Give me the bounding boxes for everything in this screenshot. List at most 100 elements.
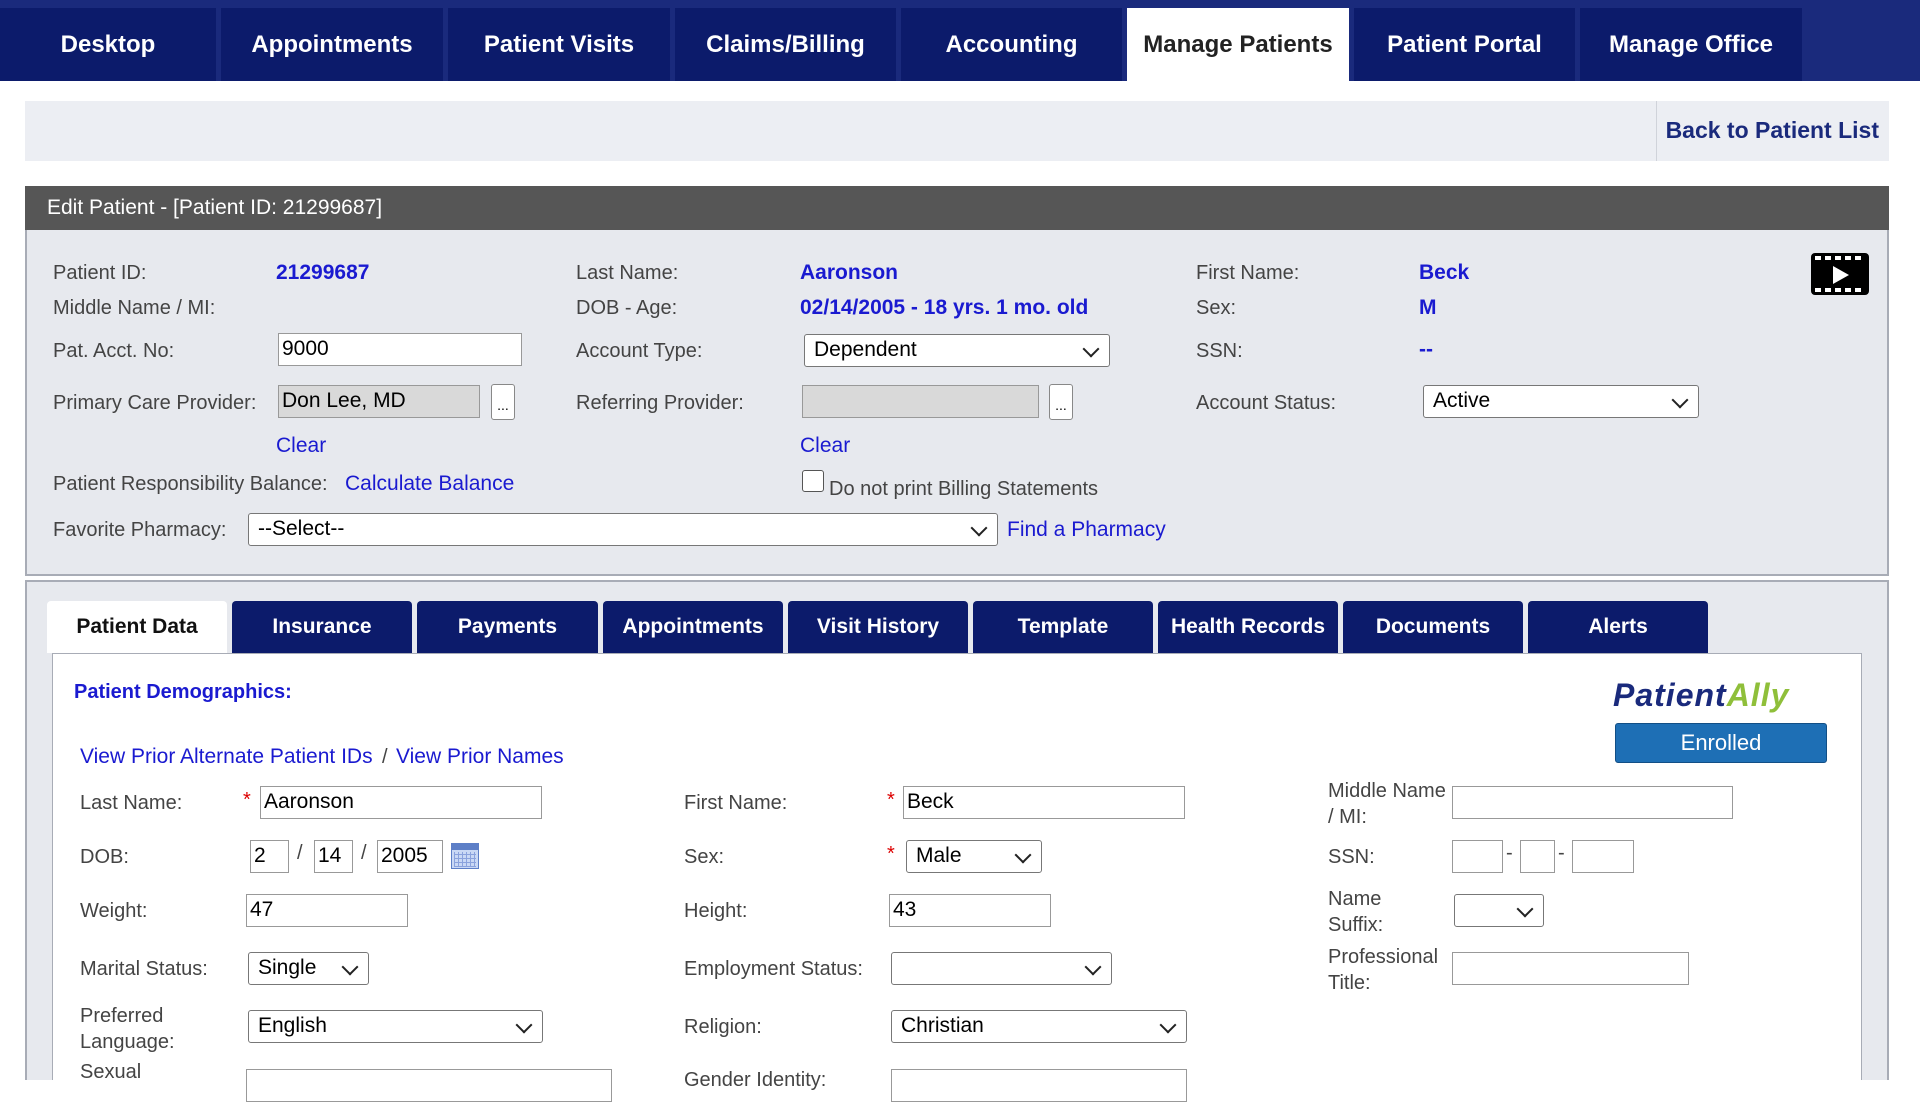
- ssn-label: SSN:: [1328, 846, 1375, 868]
- info-dob-age-label: DOB - Age:: [576, 297, 678, 319]
- pcp-input[interactable]: Don Lee, MD: [278, 385, 480, 418]
- view-prior-ids-link[interactable]: View Prior Alternate Patient IDs: [80, 745, 373, 769]
- ssn-part3-input[interactable]: [1572, 840, 1634, 873]
- edit-patient-header: Edit Patient - [Patient ID: 21299687]: [25, 186, 1889, 230]
- calendar-icon[interactable]: [451, 843, 479, 869]
- referring-provider-input[interactable]: [802, 385, 1039, 418]
- info-account-type-label: Account Type:: [576, 340, 703, 362]
- preferred-language-value: English: [258, 1014, 327, 1037]
- pharmacy-value: --Select--: [258, 517, 345, 540]
- tab-insurance[interactable]: Insurance: [232, 601, 412, 653]
- links-separator: /: [382, 746, 388, 768]
- account-type-select[interactable]: Dependent: [804, 334, 1110, 367]
- view-prior-names-link[interactable]: View Prior Names: [396, 745, 564, 769]
- enrolled-button[interactable]: Enrolled: [1615, 723, 1827, 763]
- dob-day-input[interactable]: 14: [314, 840, 353, 873]
- weight-label: Weight:: [80, 900, 148, 922]
- middle-name-input[interactable]: [1452, 786, 1733, 819]
- info-pharmacy-label: Favorite Pharmacy:: [53, 519, 227, 541]
- dob-separator: /: [297, 842, 303, 864]
- info-first-name-label: First Name:: [1196, 262, 1300, 284]
- film-strip-top: [1815, 256, 1865, 260]
- weight-input[interactable]: 47: [246, 894, 408, 927]
- pharmacy-select[interactable]: --Select--: [248, 513, 998, 546]
- referring-clear-link[interactable]: Clear: [800, 434, 850, 458]
- ssn-part1-input[interactable]: [1452, 840, 1503, 873]
- tab-alerts[interactable]: Alerts: [1528, 601, 1708, 653]
- nav-tab-desktop[interactable]: Desktop: [0, 8, 216, 81]
- first-name-label: First Name:: [684, 792, 788, 814]
- dob-year-input[interactable]: 2005: [377, 840, 443, 873]
- account-status-select[interactable]: Active: [1423, 385, 1699, 418]
- info-sex-value: M: [1419, 296, 1437, 319]
- sexual-orientation-select[interactable]: [246, 1069, 612, 1102]
- nav-tab-claims-billing[interactable]: Claims/Billing: [675, 8, 896, 81]
- nav-tab-manage-office[interactable]: Manage Office: [1580, 8, 1802, 81]
- info-ssn-value: --: [1419, 338, 1433, 361]
- marital-status-value: Single: [258, 956, 317, 979]
- professional-title-label: Professional Title:: [1328, 946, 1439, 994]
- info-ssn-label: SSN:: [1196, 340, 1243, 362]
- ssn-dash: -: [1506, 842, 1513, 864]
- nav-tab-patient-portal[interactable]: Patient Portal: [1354, 8, 1575, 81]
- demographics-title: Patient Demographics:: [74, 681, 292, 703]
- tab-payments[interactable]: Payments: [417, 601, 598, 653]
- employment-status-select[interactable]: [891, 952, 1112, 985]
- height-input[interactable]: 43: [889, 894, 1051, 927]
- no-print-statements-checkbox[interactable]: [802, 470, 824, 492]
- top-navigation: Desktop Appointments Patient Visits Clai…: [0, 0, 1920, 81]
- back-bar-divider: [1656, 101, 1657, 161]
- acct-no-input[interactable]: 9000: [278, 333, 522, 366]
- logo-patient-text: Patient: [1613, 677, 1727, 713]
- referring-lookup-button[interactable]: ...: [1049, 384, 1073, 420]
- info-last-name-value: Aaronson: [800, 261, 899, 284]
- info-account-status-label: Account Status:: [1196, 392, 1337, 414]
- video-play-icon[interactable]: [1811, 253, 1869, 295]
- tab-appointments[interactable]: Appointments: [603, 601, 783, 653]
- info-sex-label: Sex:: [1196, 297, 1237, 319]
- tab-template[interactable]: Template: [973, 601, 1153, 653]
- info-first-name-value: Beck: [1419, 261, 1470, 284]
- sex-select[interactable]: Male: [906, 840, 1042, 873]
- gender-identity-select[interactable]: [891, 1069, 1187, 1102]
- tab-patient-data[interactable]: Patient Data: [47, 601, 227, 653]
- dob-month-input[interactable]: 2: [250, 840, 289, 873]
- tab-visit-history[interactable]: Visit History: [788, 601, 968, 653]
- sex-label: Sex:: [684, 846, 725, 868]
- professional-title-input[interactable]: [1452, 952, 1689, 985]
- name-suffix-select[interactable]: [1454, 894, 1544, 927]
- info-patient-id-label: Patient ID:: [53, 262, 147, 284]
- account-type-value: Dependent: [814, 338, 917, 361]
- chevron-down-icon: [1516, 900, 1534, 918]
- nav-tab-accounting[interactable]: Accounting: [901, 8, 1122, 81]
- marital-status-label: Marital Status:: [80, 958, 208, 980]
- height-label: Height:: [684, 900, 748, 922]
- chevron-down-icon: [1082, 340, 1100, 358]
- info-pcp-label: Primary Care Provider:: [53, 392, 257, 414]
- first-name-input[interactable]: Beck: [903, 786, 1185, 819]
- chevron-down-icon: [515, 1016, 533, 1034]
- religion-label: Religion:: [684, 1016, 762, 1038]
- nav-tab-manage-patients[interactable]: Manage Patients: [1127, 8, 1349, 81]
- ssn-part2-input[interactable]: [1520, 840, 1555, 873]
- tab-documents[interactable]: Documents: [1343, 601, 1523, 653]
- tab-health-records[interactable]: Health Records: [1158, 601, 1338, 653]
- marital-status-select[interactable]: Single: [248, 952, 369, 985]
- religion-select[interactable]: Christian: [891, 1010, 1187, 1043]
- last-name-input[interactable]: Aaronson: [260, 786, 542, 819]
- calendar-header: [452, 844, 478, 850]
- film-strip-bottom: [1815, 288, 1865, 292]
- back-to-patient-list-link[interactable]: Back to Patient List: [1666, 117, 1879, 144]
- info-acct-no-label: Pat. Acct. No:: [53, 340, 175, 362]
- pcp-lookup-button[interactable]: ...: [491, 384, 515, 420]
- preferred-language-select[interactable]: English: [248, 1010, 543, 1043]
- chevron-down-icon: [1671, 391, 1689, 409]
- chevron-down-icon: [1014, 846, 1032, 864]
- nav-tab-appointments[interactable]: Appointments: [221, 8, 443, 81]
- pcp-clear-link[interactable]: Clear: [276, 434, 326, 458]
- name-suffix-label: Name Suffix:: [1328, 888, 1384, 936]
- nav-tab-patient-visits[interactable]: Patient Visits: [448, 8, 670, 81]
- find-pharmacy-link[interactable]: Find a Pharmacy: [1007, 518, 1166, 542]
- calculate-balance-link[interactable]: Calculate Balance: [345, 472, 514, 496]
- required-marker: *: [887, 789, 895, 811]
